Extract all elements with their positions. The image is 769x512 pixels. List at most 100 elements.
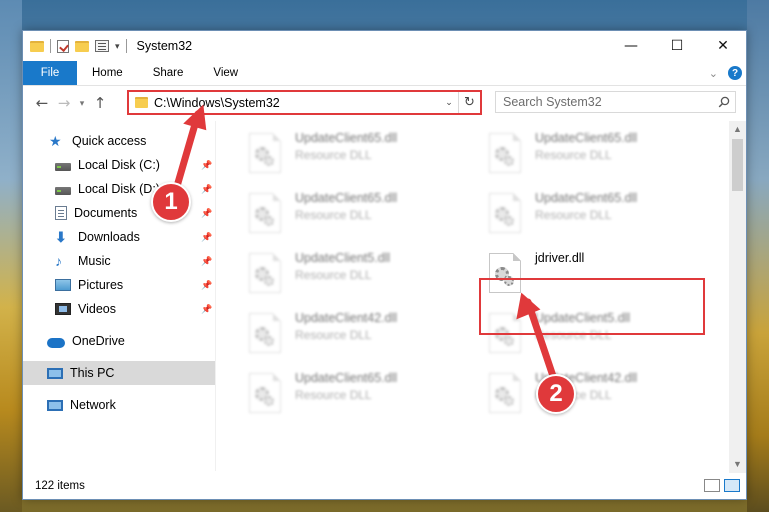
file-list: UpdateClient65.dll Resource DLL UpdateCli…: [217, 121, 732, 471]
file-type: Resource DLL: [295, 208, 372, 222]
desktop-background-left: [0, 0, 22, 512]
sidebar-item-label: Local Disk (D:): [78, 182, 160, 196]
file-item[interactable]: UpdateClient65.dll Resource DLL: [241, 369, 466, 425]
search-input[interactable]: [503, 95, 713, 109]
sidebar-item-label: Quick access: [72, 134, 147, 148]
file-type: Resource DLL: [535, 148, 612, 162]
customize-icon[interactable]: [95, 40, 109, 52]
pin-icon[interactable]: 📌: [201, 208, 212, 219]
address-path[interactable]: C:\Windows\System32: [154, 96, 440, 110]
file-item[interactable]: UpdateClient65.dll Resource DLL: [481, 189, 706, 245]
pin-icon[interactable]: 📌: [201, 280, 212, 291]
sidebar-item-quick-access[interactable]: ★ Quick access: [23, 129, 215, 153]
file-type: Resource DLL: [295, 148, 372, 162]
sidebar-item-local-disk-c[interactable]: Local Disk (C:) 📌: [23, 153, 215, 177]
minimize-button[interactable]: —: [608, 31, 654, 61]
file-item[interactable]: UpdateClient65.dll Resource DLL: [241, 189, 466, 245]
pin-icon[interactable]: 📌: [201, 304, 212, 315]
sidebar-item-label: Videos: [78, 302, 116, 316]
sidebar-item-label: Pictures: [78, 278, 124, 292]
refresh-icon[interactable]: ↻: [458, 92, 480, 113]
help-icon[interactable]: ?: [728, 66, 742, 80]
ribbon-controls: ⌄ ?: [709, 61, 746, 85]
cloud-icon: [47, 337, 65, 348]
address-bar[interactable]: C:\Windows\System32 ⌄ ↻: [127, 90, 482, 115]
sidebar-item-label: Network: [70, 398, 116, 412]
tab-file[interactable]: File: [23, 61, 77, 85]
search-box[interactable]: [495, 91, 736, 113]
pin-icon[interactable]: 📌: [201, 184, 212, 195]
address-dropdown-chevron-icon[interactable]: ⌄: [440, 97, 458, 108]
file-name: jdriver.dll: [535, 251, 585, 265]
ribbon-tabs: File Home Share View ⌄ ?: [23, 61, 746, 86]
maximize-button[interactable]: ☐: [654, 31, 700, 61]
computer-icon: [47, 367, 63, 379]
recent-locations-chevron-icon[interactable]: ▾: [75, 98, 89, 109]
address-folder-icon: [135, 97, 148, 108]
scroll-thumb[interactable]: [732, 139, 743, 191]
dll-file-icon: [489, 133, 521, 173]
sidebar-item-downloads[interactable]: ⬇ Downloads 📌: [23, 225, 215, 249]
chevron-down-icon[interactable]: ▾: [115, 41, 120, 52]
window-controls: — ☐ ✕: [608, 31, 746, 61]
search-icon[interactable]: [713, 96, 735, 108]
sidebar-item-network[interactable]: Network: [23, 393, 215, 417]
tab-home[interactable]: Home: [77, 61, 138, 85]
pin-icon[interactable]: 📌: [201, 232, 212, 243]
dll-file-icon: [249, 193, 281, 233]
pin-icon[interactable]: 📌: [201, 256, 212, 267]
address-row: ← → ▾ ↑ C:\Windows\System32 ⌄ ↻: [23, 88, 746, 118]
scroll-up-arrow-icon[interactable]: ▲: [729, 121, 746, 138]
tab-view[interactable]: View: [198, 61, 253, 85]
back-arrow-icon[interactable]: ←: [31, 94, 53, 112]
file-item[interactable]: UpdateClient5.dll Resource DLL: [241, 249, 466, 305]
desktop-background-right: [747, 0, 769, 512]
sidebar-item-music[interactable]: ♪ Music 📌: [23, 249, 215, 273]
sidebar-item-pictures[interactable]: Pictures 📌: [23, 273, 215, 297]
vertical-scrollbar[interactable]: ▲ ▼: [729, 121, 746, 473]
file-name: UpdateClient65.dll: [295, 131, 398, 145]
music-icon: ♪: [55, 253, 62, 269]
pin-icon[interactable]: 📌: [201, 160, 212, 171]
dll-file-icon: [249, 253, 281, 293]
file-item[interactable]: UpdateClient65.dll Resource DLL: [481, 129, 706, 185]
dll-file-icon: [489, 193, 521, 233]
file-name: UpdateClient65.dll: [295, 371, 398, 385]
sidebar-item-videos[interactable]: Videos 📌: [23, 297, 215, 321]
file-item[interactable]: UpdateClient65.dll Resource DLL: [241, 129, 466, 185]
step-2-callout: 2: [536, 374, 576, 414]
sidebar-item-label: OneDrive: [72, 334, 125, 348]
sidebar-item-onedrive[interactable]: OneDrive: [23, 329, 215, 353]
toolbar-divider: [125, 39, 127, 53]
expand-ribbon-chevron-down-icon[interactable]: ⌄: [709, 67, 718, 80]
close-button[interactable]: ✕: [700, 31, 746, 61]
file-name: UpdateClient5.dll: [295, 251, 391, 265]
file-explorer-window: ▾ System32 — ☐ ✕ File Home Share View ⌄ …: [22, 30, 747, 500]
sidebar-item-label: This PC: [70, 366, 115, 380]
properties-check-icon[interactable]: [57, 39, 69, 53]
file-item[interactable]: UpdateClient42.dllResource DLL: [481, 369, 706, 425]
sidebar-item-label: Local Disk (C:): [78, 158, 160, 172]
sidebar-item-this-pc[interactable]: This PC: [23, 361, 215, 385]
file-item[interactable]: UpdateClient42.dllResource DLL: [241, 309, 466, 365]
network-icon: [47, 399, 63, 411]
details-view-icon[interactable]: [704, 479, 720, 492]
file-type: Resource DLL: [295, 328, 372, 342]
tab-share[interactable]: Share: [138, 61, 199, 85]
new-folder-icon[interactable]: [75, 40, 89, 52]
folder-icon: [30, 40, 44, 52]
dll-file-icon: [249, 313, 281, 353]
forward-arrow-icon[interactable]: →: [53, 94, 75, 112]
videos-icon: [55, 303, 71, 315]
status-bar: 122 items: [23, 473, 746, 499]
scroll-down-arrow-icon[interactable]: ▼: [729, 456, 746, 473]
up-arrow-icon[interactable]: ↑: [89, 94, 111, 112]
dll-file-icon: [249, 373, 281, 413]
disk-icon: [55, 163, 71, 171]
highlight-box-jdriver: [479, 278, 705, 335]
sidebar-item-label: Documents: [74, 206, 138, 220]
star-icon: ★: [49, 133, 62, 149]
file-type: Resource DLL: [535, 208, 612, 222]
sidebar-item-label: Downloads: [78, 230, 140, 244]
large-icons-view-icon[interactable]: [724, 479, 740, 492]
